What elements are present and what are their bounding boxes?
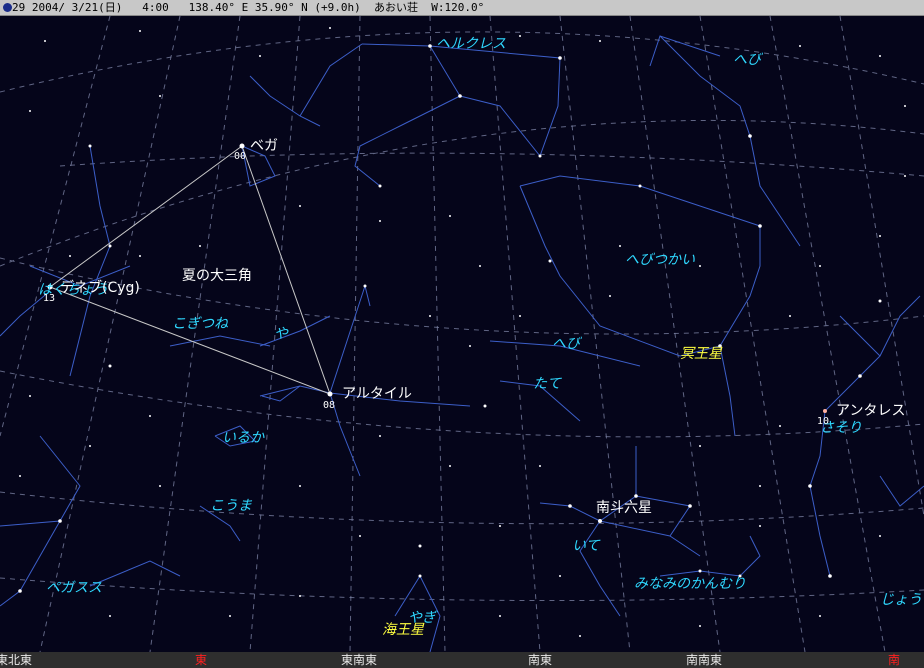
- planet-label-pluto: 冥王星: [680, 346, 722, 362]
- star-label-vega: ベガ: [250, 138, 278, 154]
- constellation-label-corona-australis: みなみのかんむり: [634, 576, 746, 592]
- view-width: W:120.0°: [431, 1, 485, 14]
- constellation-label-sagitta: や: [274, 326, 288, 342]
- star-number-antares: 10: [817, 416, 830, 427]
- constellation-label-scutum: たて: [533, 376, 561, 392]
- star-label-deneb: デネブ(Cyg): [60, 280, 140, 296]
- constellation-label-serpens-cauda: へび: [552, 336, 580, 352]
- constellation-lines: [0, 35, 924, 652]
- date-time: 2004/ 3/21(日) 4:00: [31, 1, 169, 14]
- constellation-label-hercules: ヘルクレス: [436, 36, 506, 52]
- constellation-label-pegasus: ペガスス: [46, 580, 102, 596]
- direction-ese: 東南東: [341, 653, 378, 667]
- direction-sse: 南南東: [686, 653, 723, 667]
- asterism-summer-triangle: 夏の大三角: [182, 268, 252, 284]
- direction-east: 東: [195, 653, 208, 667]
- star-number-altair: 08: [323, 400, 336, 411]
- constellation-label-ophiuchus: へびつかい: [625, 252, 695, 268]
- direction-south: 南: [888, 653, 901, 667]
- constellation-label-serpens-caput: へび: [733, 52, 761, 68]
- constellation-label-vulpecula: こぎつね: [172, 316, 228, 332]
- constellation-label-partial: じょう: [880, 592, 922, 608]
- star-number-deneb: 13: [43, 293, 56, 304]
- star-chart[interactable]: [0, 16, 924, 652]
- direction-ene: 東北東: [0, 653, 33, 667]
- star-number-vega: 00: [234, 151, 247, 162]
- constellation-label-sagittarius: いて: [572, 538, 600, 554]
- direction-se: 南東: [528, 653, 553, 667]
- deneb-suffix: (Cyg): [102, 280, 140, 296]
- planet-label-neptune: 海王星: [382, 622, 424, 638]
- altitude-grid: [0, 31, 924, 602]
- bright-stars: [18, 44, 862, 593]
- star-label-altair: アルタイル: [342, 386, 412, 402]
- background-stars: [19, 27, 906, 637]
- constellation-label-delphinus: いるか: [222, 430, 264, 446]
- moon-age: 29: [12, 1, 26, 14]
- star-label-antares: アンタレス: [836, 403, 906, 419]
- constellation-label-equuleus: こうま: [210, 498, 252, 514]
- azimuth-grid: [0, 16, 924, 652]
- deneb-name: デネブ: [60, 280, 102, 296]
- direction-bar: 東北東 東 東南東 南東 南南東 南: [0, 652, 924, 668]
- observer-location: 138.40° E 35.90° N (+9.0h) あおい荘: [188, 1, 419, 14]
- moon-phase-icon: [3, 3, 12, 12]
- status-bar: 29 2004/ 3/21(日) 4:00 138.40° E 35.90° N…: [0, 0, 924, 16]
- asterism-nanto: 南斗六星: [596, 500, 652, 516]
